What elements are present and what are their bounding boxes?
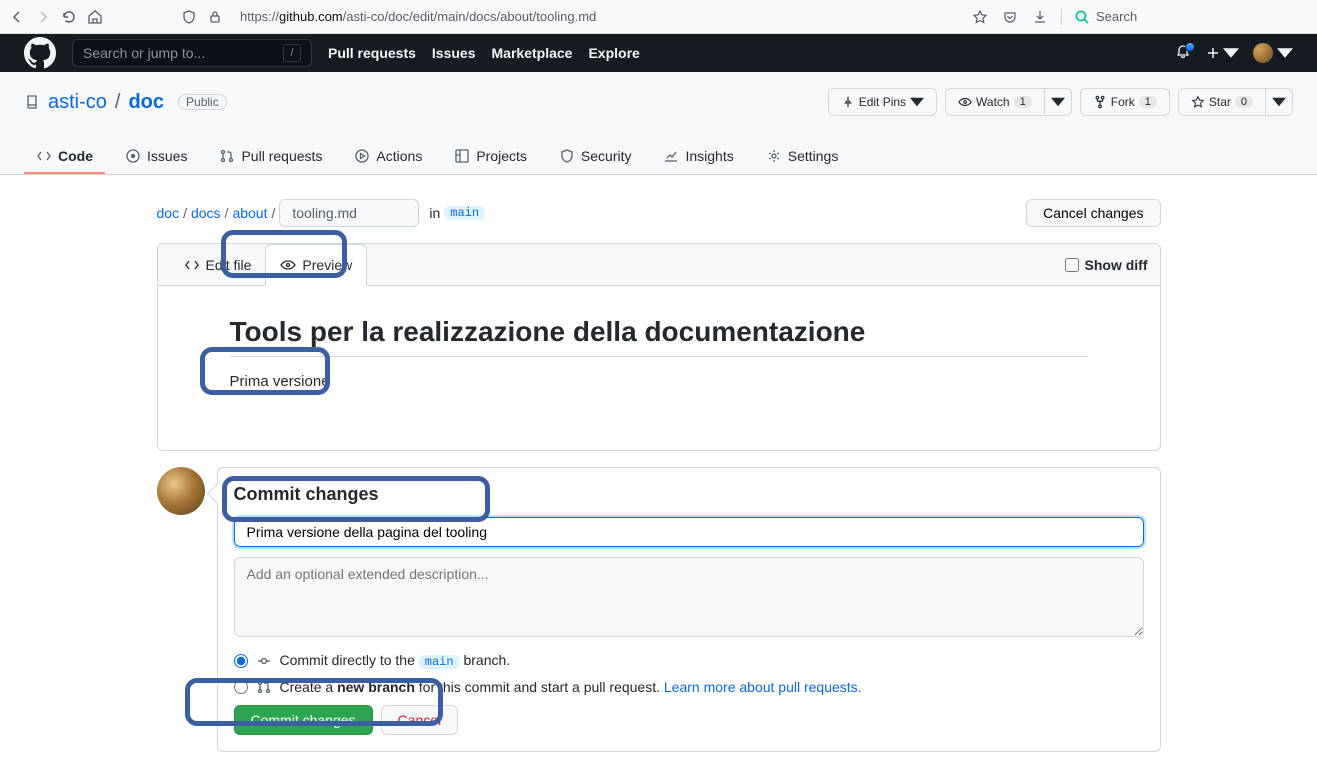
commit-icon bbox=[256, 653, 272, 669]
lock-icon bbox=[206, 8, 224, 26]
fork-button[interactable]: Fork1 bbox=[1080, 88, 1170, 116]
tab-code[interactable]: Code bbox=[24, 140, 105, 174]
breadcrumb: doc / docs / about / in main bbox=[157, 199, 486, 227]
tab-pulls[interactable]: Pull requests bbox=[207, 140, 334, 174]
preview-tab[interactable]: Preview bbox=[265, 244, 367, 286]
editor-box: Edit file Preview Show diff Tools per la… bbox=[157, 243, 1161, 451]
create-menu-icon[interactable] bbox=[1205, 45, 1239, 61]
gear-icon bbox=[766, 148, 782, 164]
issue-icon bbox=[125, 148, 141, 164]
breadcrumb-seg[interactable]: docs bbox=[191, 205, 221, 221]
commit-description-input[interactable] bbox=[234, 557, 1144, 637]
graph-icon bbox=[663, 148, 679, 164]
reload-icon[interactable] bbox=[60, 8, 78, 26]
nav-issues[interactable]: Issues bbox=[432, 45, 476, 61]
user-menu[interactable] bbox=[1253, 43, 1293, 63]
sep: / bbox=[115, 91, 121, 114]
download-icon[interactable] bbox=[1031, 8, 1049, 26]
code-icon bbox=[184, 257, 200, 273]
browser-search-placeholder: Search bbox=[1096, 9, 1137, 24]
caret-down-icon bbox=[1272, 95, 1286, 109]
preview-heading: Tools per la realizzazione della documen… bbox=[230, 316, 1088, 357]
shield-icon[interactable] bbox=[180, 8, 198, 26]
commit-button[interactable]: Commit changes bbox=[234, 705, 373, 735]
filename-input[interactable] bbox=[279, 199, 419, 227]
slash-hint: / bbox=[283, 44, 301, 62]
tab-issues[interactable]: Issues bbox=[113, 140, 199, 174]
code-icon bbox=[36, 148, 52, 164]
pr-icon bbox=[219, 148, 235, 164]
search-placeholder: Search or jump to... bbox=[83, 45, 205, 61]
tab-insights[interactable]: Insights bbox=[651, 140, 745, 174]
star-icon bbox=[1191, 95, 1205, 109]
nav-pulls[interactable]: Pull requests bbox=[328, 45, 416, 61]
browser-toolbar: https://github.com/asti-co/doc/edit/main… bbox=[0, 0, 1317, 34]
forward-icon[interactable] bbox=[34, 8, 52, 26]
repo-icon bbox=[24, 94, 40, 110]
address-bar[interactable]: https://github.com/asti-co/doc/edit/main… bbox=[232, 3, 963, 31]
bookmark-star-icon[interactable] bbox=[971, 8, 989, 26]
github-search[interactable]: Search or jump to... / bbox=[72, 39, 312, 67]
visibility-badge: Public bbox=[178, 94, 227, 110]
repo-tabs: Code Issues Pull requests Actions Projec… bbox=[24, 140, 1293, 174]
tab-settings[interactable]: Settings bbox=[754, 140, 851, 174]
cancel-button[interactable]: Cancel bbox=[381, 705, 459, 735]
cancel-changes-button[interactable]: Cancel changes bbox=[1026, 199, 1160, 227]
browser-search[interactable]: Search bbox=[1061, 9, 1301, 25]
nav-marketplace[interactable]: Marketplace bbox=[492, 45, 573, 61]
star-caret[interactable] bbox=[1266, 88, 1293, 116]
commit-direct-radio[interactable] bbox=[234, 654, 248, 668]
tab-security[interactable]: Security bbox=[547, 140, 644, 174]
github-header: Search or jump to... / Pull requests Iss… bbox=[0, 34, 1317, 72]
breadcrumb-seg[interactable]: about bbox=[232, 205, 267, 221]
show-diff-toggle[interactable]: Show diff bbox=[1065, 257, 1148, 273]
back-icon[interactable] bbox=[8, 8, 26, 26]
branch-badge: main bbox=[444, 206, 485, 220]
repo-owner-link[interactable]: asti-co bbox=[48, 91, 107, 114]
github-nav: Pull requests Issues Marketplace Explore bbox=[328, 45, 640, 61]
notifications-icon[interactable] bbox=[1175, 44, 1191, 63]
edit-pins-button[interactable]: Edit Pins bbox=[828, 88, 937, 116]
repo-header: asti-co / doc Public Edit Pins Watch1 Fo… bbox=[0, 72, 1317, 175]
show-diff-checkbox[interactable] bbox=[1065, 258, 1079, 272]
learn-more-link[interactable]: Learn more about pull requests. bbox=[664, 679, 862, 695]
in-label: in bbox=[429, 205, 440, 221]
tab-projects[interactable]: Projects bbox=[442, 140, 539, 174]
commit-title: Commit changes bbox=[234, 484, 1144, 505]
play-icon bbox=[354, 148, 370, 164]
fork-icon bbox=[1093, 95, 1107, 109]
breadcrumb-root[interactable]: doc bbox=[157, 205, 180, 221]
url-text: https://github.com/asti-co/doc/edit/main… bbox=[240, 9, 596, 24]
pr-icon bbox=[256, 679, 272, 695]
commit-form: Commit changes Commit directly to the ma… bbox=[217, 467, 1161, 752]
shield-icon bbox=[559, 148, 575, 164]
home-icon[interactable] bbox=[86, 8, 104, 26]
pin-icon bbox=[841, 95, 855, 109]
eye-icon bbox=[958, 95, 972, 109]
github-logo-icon[interactable] bbox=[24, 37, 56, 69]
preview-paragraph: Prima versione bbox=[230, 373, 1088, 390]
commit-direct-option[interactable]: Commit directly to the main branch. bbox=[234, 652, 1144, 669]
user-avatar bbox=[157, 467, 205, 515]
edit-file-tab[interactable]: Edit file bbox=[170, 245, 266, 285]
watch-button[interactable]: Watch1 bbox=[945, 88, 1045, 116]
pocket-icon[interactable] bbox=[1001, 8, 1019, 26]
caret-down-icon bbox=[1051, 95, 1065, 109]
project-icon bbox=[454, 148, 470, 164]
avatar bbox=[1253, 43, 1273, 63]
commit-summary-input[interactable] bbox=[234, 517, 1144, 547]
caret-down-icon bbox=[910, 95, 924, 109]
commit-branch-option[interactable]: Create a new branch for this commit and … bbox=[234, 679, 1144, 695]
eye-icon bbox=[280, 257, 296, 273]
commit-branch-radio[interactable] bbox=[234, 680, 248, 694]
nav-explore[interactable]: Explore bbox=[588, 45, 639, 61]
watch-caret[interactable] bbox=[1045, 88, 1072, 116]
repo-name-link[interactable]: doc bbox=[128, 91, 164, 114]
tab-actions[interactable]: Actions bbox=[342, 140, 434, 174]
star-button[interactable]: Star0 bbox=[1178, 88, 1266, 116]
